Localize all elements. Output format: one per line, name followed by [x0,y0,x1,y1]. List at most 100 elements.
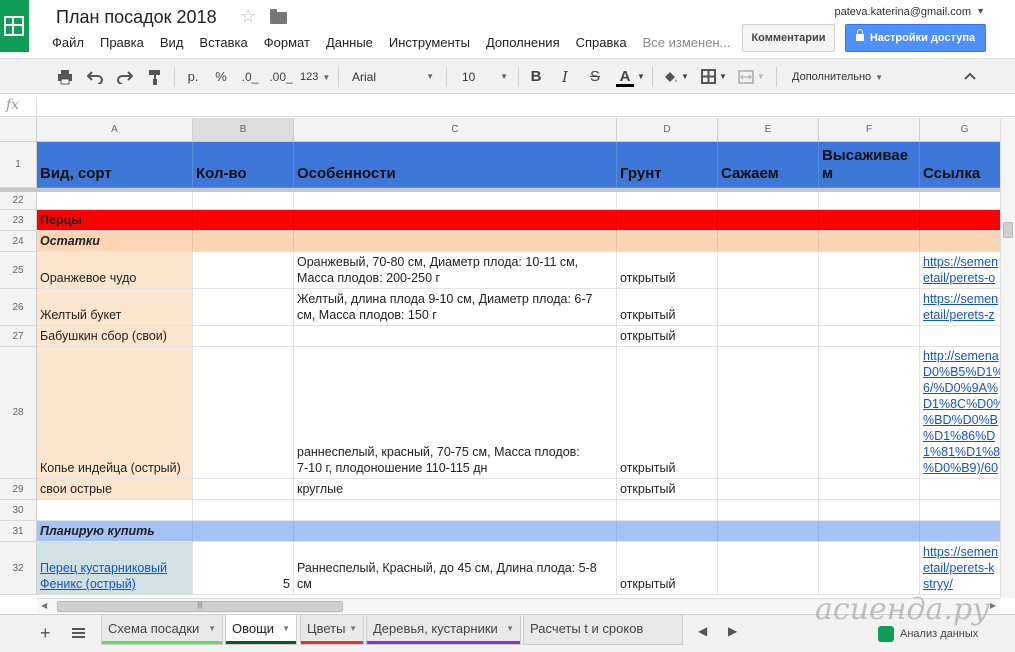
table-cell[interactable] [718,210,819,231]
table-cell[interactable] [920,479,1000,500]
header-cell[interactable]: Особенности [294,142,617,188]
menu-help[interactable]: Справка [568,34,635,52]
increase-decimal-button[interactable]: .00_ [268,65,294,89]
table-cell[interactable]: открытый [617,479,718,500]
menu-file[interactable]: Файл [44,34,92,52]
formula-input[interactable] [36,97,996,115]
table-cell[interactable] [294,210,617,231]
horizontal-scroll-thumb[interactable]: ||| [57,601,343,612]
menu-edit[interactable]: Правка [92,34,152,52]
table-cell[interactable]: Копье индейца (острый) [37,347,193,479]
table-cell[interactable] [37,192,193,210]
table-cell[interactable] [819,210,920,231]
table-cell[interactable] [718,521,819,542]
table-cell[interactable] [920,500,1000,521]
chevron-down-icon[interactable]: ▼ [636,65,646,89]
table-cell[interactable] [920,521,1000,542]
sheet-tab[interactable]: Овощи ▼ [225,615,297,645]
paint-format-icon[interactable] [144,65,166,89]
sheet-tab[interactable]: Цветы ▼ [300,615,364,645]
column-header-g[interactable]: G [920,118,1000,142]
table-cell[interactable] [193,521,294,542]
borders-icon[interactable] [698,65,718,89]
print-icon[interactable] [54,65,76,89]
column-header-f[interactable]: F [819,118,920,142]
scroll-right-icon[interactable]: ▶ [990,601,996,610]
table-cell[interactable] [718,252,819,289]
table-cell[interactable]: 5 [193,542,294,595]
decrease-decimal-button[interactable]: .0_ [238,65,262,89]
font-size-dropdown[interactable]: 10 ▼ [462,65,510,89]
folder-icon[interactable] [270,9,287,24]
chevron-down-icon[interactable]: ▼ [208,615,216,643]
table-cell[interactable]: Перцы [37,210,193,231]
table-cell[interactable] [294,192,617,210]
table-cell[interactable] [617,192,718,210]
table-cell[interactable]: http://semena D0%B5%D1% 6/%D0%9A% D1%8C%… [920,347,1000,479]
chevron-down-icon[interactable]: ▼ [282,615,290,643]
menu-tools[interactable]: Инструменты [381,34,478,52]
menu-view[interactable]: Вид [152,34,192,52]
strikethrough-button[interactable]: S [585,65,605,89]
table-cell[interactable]: открытый [617,289,718,326]
column-header-e[interactable]: E [718,118,819,142]
all-sheets-icon[interactable] [72,628,85,638]
table-cell[interactable] [617,231,718,252]
row-header[interactable]: 32 [0,542,37,595]
table-cell[interactable] [294,231,617,252]
chevron-down-icon[interactable]: ▼ [680,65,690,89]
tabs-scroll-right-icon[interactable]: ▶ [728,624,737,638]
table-cell[interactable] [718,479,819,500]
table-cell[interactable] [193,500,294,521]
table-cell[interactable]: открытый [617,542,718,595]
table-cell[interactable]: свои острые [37,479,193,500]
sheet-tab[interactable]: Расчеты t и сроков посад [523,615,683,652]
table-cell[interactable] [819,192,920,210]
sheets-logo-icon[interactable] [0,0,29,52]
sheet-tab[interactable]: Схема посадки ▼ [101,615,223,645]
save-status[interactable]: Все изменен... [635,34,739,52]
row-header[interactable]: 1 [0,142,37,188]
more-formats-dropdown[interactable]: 123 ▼ [300,65,332,89]
menu-addons[interactable]: Дополнения [478,34,568,52]
column-header-b[interactable]: B [193,118,294,142]
table-cell[interactable] [193,231,294,252]
undo-icon[interactable] [84,65,106,89]
table-cell[interactable] [294,500,617,521]
vertical-scrollbar[interactable] [1000,118,1015,598]
table-cell[interactable] [193,326,294,347]
header-cell[interactable]: Ссылка [920,142,1000,188]
table-cell[interactable]: https://semen etail/perets-k stryy/ [920,542,1000,595]
chevron-down-icon[interactable]: ▼ [349,615,357,643]
table-cell[interactable]: Оранжевый, 70-80 см, Диаметр плода: 10-1… [294,252,617,289]
collapse-icon[interactable] [960,65,980,89]
table-cell[interactable] [920,231,1000,252]
chevron-down-icon[interactable]: ▼ [506,615,514,643]
sheet-tab[interactable]: Деревья, кустарники ▼ [366,615,521,645]
row-header[interactable]: 23 [0,210,37,231]
table-cell[interactable] [920,192,1000,210]
user-email[interactable]: pateva.katerina@gmail.com [834,6,971,18]
table-cell[interactable]: открытый [617,326,718,347]
row-header[interactable]: 30 [0,500,37,521]
table-cell[interactable] [294,326,617,347]
table-cell[interactable] [718,192,819,210]
table-cell[interactable] [819,289,920,326]
menu-data[interactable]: Данные [318,34,381,52]
table-cell[interactable] [819,231,920,252]
percent-format-button[interactable]: % [210,65,232,89]
table-cell[interactable]: Желтый, длина плода 9-10 см, Диаметр пло… [294,289,617,326]
fill-color-icon[interactable] [660,65,680,89]
column-header-c[interactable]: C [294,118,617,142]
table-cell[interactable] [920,326,1000,347]
font-family-dropdown[interactable]: Arial ▼ [352,65,436,89]
header-cell[interactable]: Сажаем [718,142,819,188]
table-cell[interactable] [617,210,718,231]
table-cell[interactable]: раннеспелый, красный, 70-75 см, Масса пл… [294,347,617,479]
row-header[interactable]: 22 [0,192,37,210]
table-cell[interactable]: Остатки [37,231,193,252]
table-cell[interactable] [718,542,819,595]
merge-icon[interactable] [736,65,756,89]
column-header-a[interactable]: A [37,118,193,142]
header-cell[interactable]: Высаживае м [819,142,920,188]
